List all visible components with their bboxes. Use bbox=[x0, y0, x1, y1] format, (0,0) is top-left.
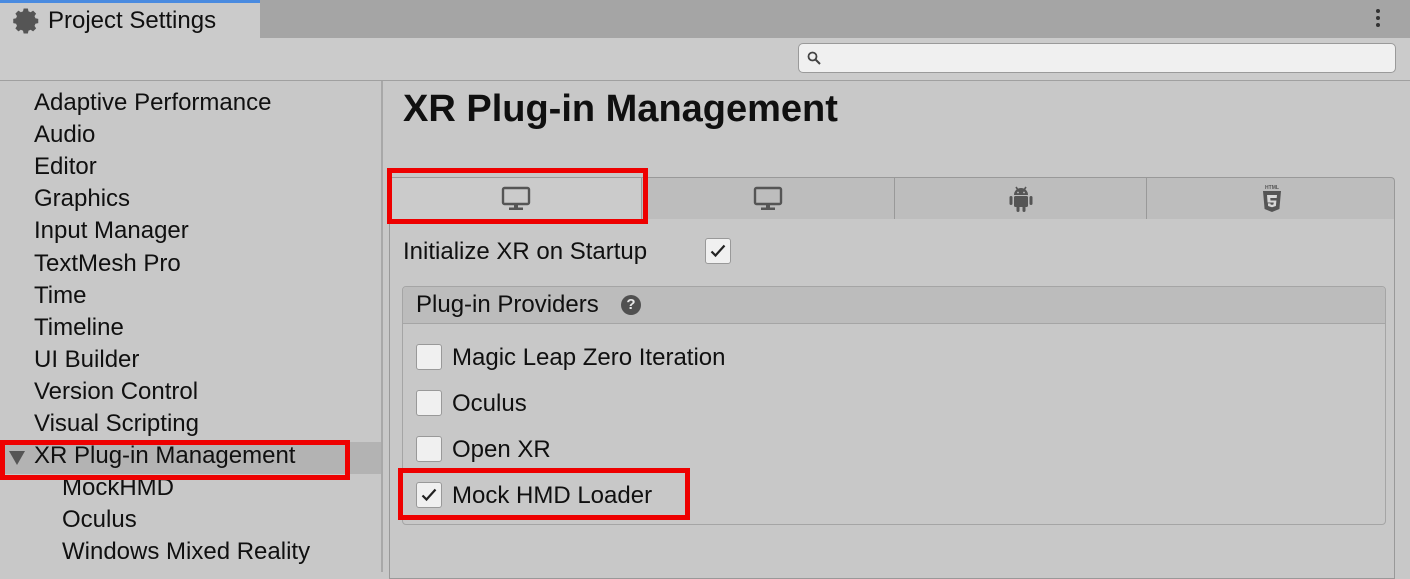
search-box[interactable] bbox=[798, 43, 1396, 73]
tab-webgl[interactable]: HTML bbox=[1147, 178, 1394, 219]
sidebar-item-audio[interactable]: Audio bbox=[34, 120, 95, 152]
expand-triangle-icon[interactable] bbox=[9, 451, 25, 465]
sidebar-item-adaptive-performance[interactable]: Adaptive Performance bbox=[34, 88, 271, 120]
sidebar-item-timeline[interactable]: Timeline bbox=[34, 313, 124, 345]
sidebar-item-textmesh-pro[interactable]: TextMesh Pro bbox=[34, 249, 181, 281]
desktop-icon bbox=[501, 186, 530, 210]
settings-main-panel: XR Plug-in Management HTML Initialize XR… bbox=[383, 81, 1410, 579]
project-settings-tab[interactable]: Project Settings bbox=[0, 0, 260, 38]
more-options-icon[interactable] bbox=[1370, 6, 1386, 32]
page-title: XR Plug-in Management bbox=[403, 88, 838, 130]
platform-tab-bar: HTML bbox=[389, 177, 1395, 219]
initialize-xr-label: Initialize XR on Startup bbox=[403, 238, 648, 265]
sidebar-item-graphics[interactable]: Graphics bbox=[34, 184, 130, 216]
tab-desktop-2[interactable] bbox=[642, 178, 895, 219]
sidebar-item-visual-scripting[interactable]: Visual Scripting bbox=[34, 409, 199, 441]
sidebar-subitem-mockhmd[interactable]: MockHMD bbox=[62, 473, 174, 505]
sidebar-item-input-manager[interactable]: Input Manager bbox=[34, 216, 189, 248]
checkmark-icon bbox=[421, 488, 437, 502]
sidebar-subitem-windows-mixed-reality[interactable]: Windows Mixed Reality bbox=[62, 537, 310, 569]
tab-standalone[interactable] bbox=[390, 178, 642, 219]
provider-checkbox-magic-leap[interactable] bbox=[416, 344, 442, 370]
html5-icon: HTML bbox=[1262, 185, 1281, 212]
svg-text:HTML: HTML bbox=[1265, 185, 1279, 191]
search-input[interactable] bbox=[829, 47, 1383, 71]
window-title: Project Settings bbox=[48, 7, 217, 34]
provider-checkbox-open-xr[interactable] bbox=[416, 436, 442, 462]
plugin-providers-title: Plug-in Providers bbox=[416, 291, 599, 318]
provider-checkbox-oculus[interactable] bbox=[416, 390, 442, 416]
sidebar-item-ui-builder[interactable]: UI Builder bbox=[34, 345, 139, 377]
sidebar-item-editor[interactable]: Editor bbox=[34, 152, 97, 184]
desktop-icon bbox=[753, 186, 783, 210]
gear-icon bbox=[13, 8, 39, 34]
search-icon bbox=[807, 51, 821, 65]
provider-label-oculus: Oculus bbox=[452, 390, 527, 417]
plugin-providers-panel: Plug-in Providers ? Magic Leap Zero Iter… bbox=[402, 286, 1386, 525]
provider-checkbox-mock-hmd[interactable] bbox=[416, 482, 442, 508]
sidebar-item-xr-plugin-management[interactable]: XR Plug-in Management bbox=[34, 441, 295, 473]
checkmark-icon bbox=[710, 244, 726, 258]
android-icon bbox=[1009, 186, 1032, 212]
initialize-xr-checkbox[interactable] bbox=[705, 238, 731, 264]
sidebar-item-version-control[interactable]: Version Control bbox=[34, 377, 198, 409]
provider-label-mock-hmd: Mock HMD Loader bbox=[452, 482, 653, 509]
plugin-providers-header: Plug-in Providers ? bbox=[403, 287, 1385, 324]
search-row bbox=[0, 38, 1410, 81]
help-icon[interactable]: ? bbox=[621, 295, 641, 315]
tab-android[interactable] bbox=[895, 178, 1147, 219]
provider-label-open-xr: Open XR bbox=[452, 436, 551, 463]
settings-sidebar: Adaptive Performance Audio Editor Graphi… bbox=[0, 81, 383, 572]
provider-label-magic-leap: Magic Leap Zero Iteration bbox=[452, 344, 726, 371]
sidebar-item-time[interactable]: Time bbox=[34, 281, 86, 313]
sidebar-subitem-oculus[interactable]: Oculus bbox=[62, 505, 137, 537]
title-bar: Project Settings bbox=[0, 0, 1410, 38]
